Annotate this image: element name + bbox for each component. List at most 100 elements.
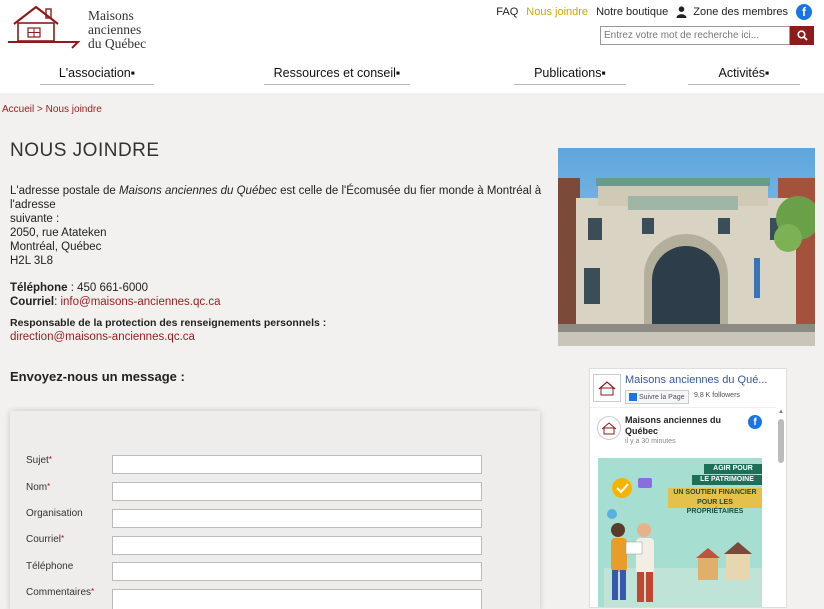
fb-scrollbar[interactable]: ▲ [778,409,784,607]
required-mark: * [91,587,95,596]
breadcrumb-home[interactable]: Accueil [2,104,34,115]
contact-form: Sujet* Nom* Organisation Courriel* Télép… [10,411,540,609]
subject-label: Sujet [26,455,49,466]
main-nav: L'association▪ Ressources et conseil▪ Pu… [0,60,824,92]
logo-line-2: anciennes [88,22,142,37]
scroll-up-icon[interactable]: ▲ [778,409,784,415]
organisation-label: Organisation [26,508,83,519]
members-link[interactable]: Zone des membres [693,6,788,18]
email-link[interactable]: info@maisons-anciennes.qc.ca [60,296,220,308]
contact-info: Téléphone : 450 661-6000 Courriel: info@… [10,281,220,309]
phone-input[interactable] [112,562,482,581]
contact-link[interactable]: Nous joindre [526,6,588,18]
phone-label: Téléphone [10,282,68,294]
email-input[interactable] [112,536,482,555]
subject-input[interactable] [112,455,482,474]
facebook-icon[interactable]: f [748,415,762,429]
privacy-email-link[interactable]: direction@maisons-anciennes.qc.ca [10,331,195,343]
facebook-widget: Maisons anciennes du Qué... Suivre la Pa… [589,368,787,608]
intro-org: Maisons anciennes du Québec [118,185,277,197]
intro-part-3: suivante : [10,213,60,225]
address-line-1: 2050, rue Atateken [10,227,107,239]
breadcrumb: Accueil > Nous joindre [2,104,102,115]
field-label-subject: Sujet* [26,455,52,466]
logo-line-3: du Québec [88,36,147,51]
nav-activities[interactable]: Activités▪ [688,66,800,85]
required-mark: * [61,534,65,543]
privacy-label: Responsable de la protection des renseig… [10,317,327,329]
page-content: Accueil > Nous joindre NOUS JOINDRE L'ad… [0,93,824,609]
field-label-email: Courriel* [26,534,64,545]
breadcrumb-current: Nous joindre [45,104,102,115]
banner-line-2: LE PATRIMOINE [692,475,762,485]
site-header: Maisons anciennes du Québec FAQ Nous joi… [0,0,824,60]
message-heading: Envoyez-nous un message : [10,369,185,384]
scrollbar-thumb[interactable] [778,419,784,463]
required-mark: * [48,455,52,464]
organisation-input[interactable] [112,509,482,528]
contact-link-wrap: Nous joindre [518,0,589,36]
privacy-info: Responsable de la protection des renseig… [10,316,326,344]
breadcrumb-separator: > [34,104,46,115]
postal-address: 2050, rue Atateken Montréal, Québec H2L … [10,226,107,268]
name-label: Nom [26,482,48,493]
nav-association[interactable]: L'association▪ [40,66,154,85]
post-avatar[interactable] [597,416,621,440]
caret-icon: ▪ [601,66,606,80]
intro-text: L'adresse postale de Maisons anciennes d… [10,184,550,226]
nav-resources-label: Ressources et conseil [273,66,396,80]
required-mark: * [47,482,51,491]
address-line-3: H2L 3L8 [10,255,54,267]
field-label-phone: Téléphone [26,561,73,572]
post-time: il y a 30 minutes [625,438,676,445]
search-input[interactable] [600,26,790,45]
nav-publications-label: Publications [534,66,602,80]
top-nav: FAQ Nous joindre Notre boutique Zone des… [488,0,812,36]
search-bar [600,26,814,45]
fb-follow-button[interactable]: Suivre la Page [625,390,689,404]
fb-followers: 9,8 K followers [694,392,740,399]
name-input[interactable] [112,482,482,501]
page-title: NOUS JOINDRE [10,140,160,161]
caret-icon: ▪ [395,66,401,80]
banner-line-3: UN SOUTIEN FINANCIER [668,488,762,498]
phone-line: Téléphone : 450 661-6000 [10,281,220,295]
search-button[interactable] [790,26,814,45]
email-label: Courriel [10,296,55,308]
comments-label: Commentaires [26,587,92,598]
email-line: Courriel: info@maisons-anciennes.qc.ca [10,295,220,309]
field-label-name: Nom* [26,482,50,493]
banner-line-4: POUR LES PROPRIÉTAIRES [668,498,762,515]
nav-activities-label: Activités [718,66,766,80]
nav-association-label: L'association [58,66,131,80]
comments-textarea[interactable] [112,589,482,609]
faq-link[interactable]: FAQ [496,6,518,18]
email-field-label: Courriel [26,534,62,545]
address-line-2: Montréal, Québec [10,241,102,253]
building-photo [558,148,815,346]
post-image[interactable]: AGIR POUR LE PATRIMOINE UN SOUTIEN FINAN… [598,458,762,607]
user-icon [676,6,687,18]
fb-page-name[interactable]: Maisons anciennes du Qué... [625,374,785,386]
site-logo[interactable]: Maisons anciennes du Québec [6,4,166,51]
facebook-icon[interactable]: f [796,4,812,20]
banner-line-1: AGIR POUR [704,464,762,474]
fb-post: Maisons anciennes du Québec il y a 30 mi… [590,407,776,607]
search-icon [796,30,808,41]
facebook-icon [629,393,637,401]
phone-field-label: Téléphone [26,561,74,572]
field-label-comments: Commentaires* [26,587,94,598]
caret-icon: ▪ [765,66,770,80]
house-logo-icon [8,5,81,49]
page-logo-icon[interactable] [593,374,621,402]
phone-value: : 450 661-6000 [67,282,149,294]
nav-publications[interactable]: Publications▪ [514,66,626,85]
shop-link[interactable]: Notre boutique [596,6,668,18]
post-author[interactable]: Maisons anciennes du Québec [625,415,725,437]
building-image [558,148,815,346]
logo-line-1: Maisons [88,8,134,23]
field-label-organisation: Organisation [26,508,83,519]
caret-icon: ▪ [130,66,136,80]
fb-follow-label: Suivre la Page [639,393,685,401]
nav-resources[interactable]: Ressources et conseil▪ [264,66,410,85]
